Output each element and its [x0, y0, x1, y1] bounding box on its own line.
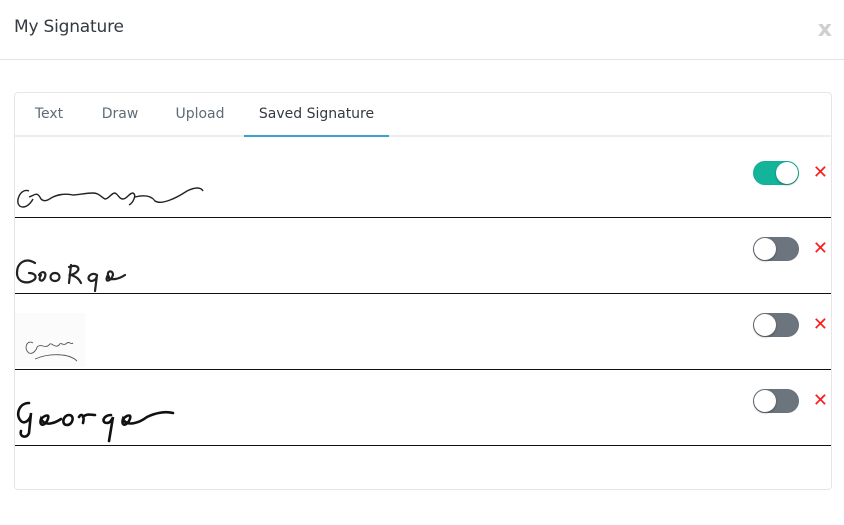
delete-icon[interactable]: ✕ [813, 391, 828, 411]
close-icon[interactable]: x [818, 19, 832, 41]
delete-icon[interactable]: ✕ [813, 315, 828, 335]
toggle-knob [776, 162, 798, 184]
tab-draw[interactable]: Draw [91, 93, 149, 135]
signature-image[interactable] [15, 313, 85, 369]
signature-panel: Text Draw Upload Saved Signature ✕ ✕ ✕ ✕ [14, 92, 832, 490]
signature-row: ✕ [15, 217, 831, 294]
dialog-header: My Signature x [0, 0, 844, 60]
delete-icon[interactable]: ✕ [813, 163, 828, 183]
tab-text[interactable]: Text [23, 93, 75, 135]
signature-image[interactable] [15, 249, 155, 293]
signature-toggle[interactable] [753, 161, 799, 185]
delete-icon[interactable]: ✕ [813, 239, 828, 259]
dialog-title: My Signature [14, 17, 124, 37]
toggle-knob [754, 314, 776, 336]
toggle-knob [754, 238, 776, 260]
signature-toggle[interactable] [753, 237, 799, 261]
signature-row: ✕ [15, 141, 831, 218]
signature-image[interactable] [15, 393, 185, 445]
tab-bar: Text Draw Upload Saved Signature [15, 93, 831, 137]
tab-upload[interactable]: Upload [165, 93, 235, 135]
tab-saved-signature[interactable]: Saved Signature [244, 93, 389, 137]
signature-row: ✕ [15, 293, 831, 370]
signature-toggle[interactable] [753, 389, 799, 413]
signature-image[interactable] [15, 177, 215, 217]
signature-row: ✕ [15, 369, 831, 446]
toggle-knob [754, 390, 776, 412]
signature-toggle[interactable] [753, 313, 799, 337]
